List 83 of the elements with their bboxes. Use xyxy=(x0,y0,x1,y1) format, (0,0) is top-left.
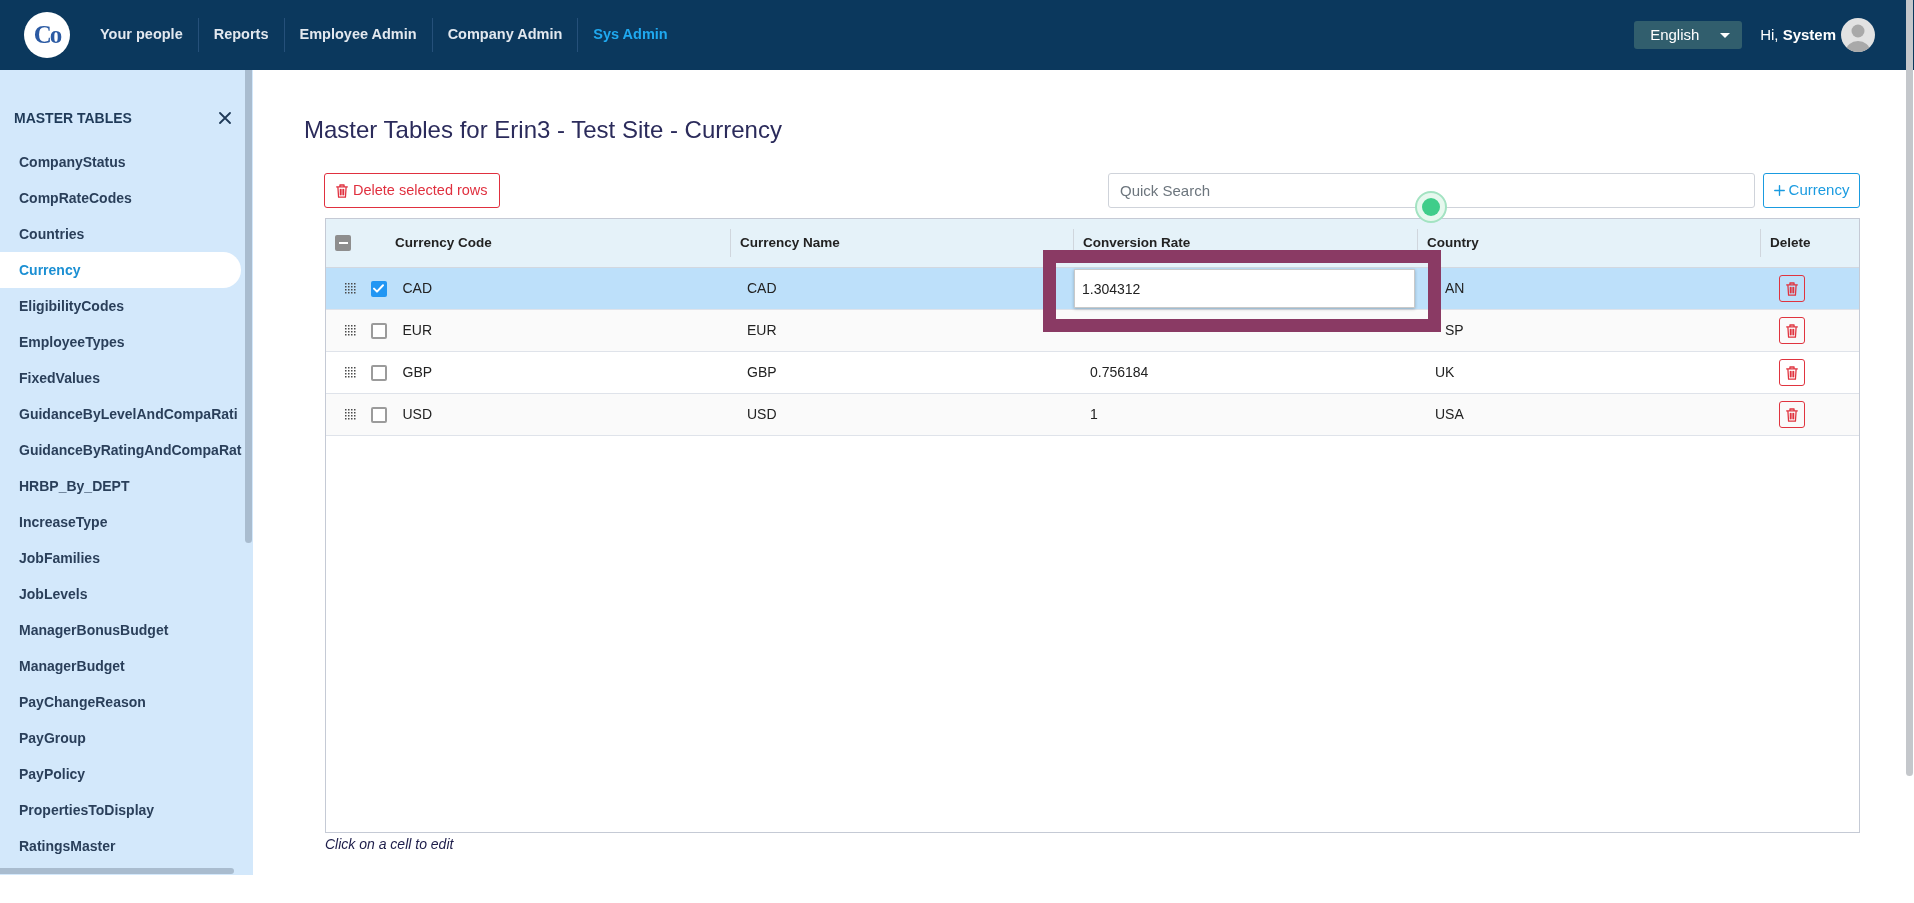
checkbox[interactable] xyxy=(370,406,387,423)
sidebar-item[interactable]: PropertiesToDisplay xyxy=(0,792,244,828)
checkbox[interactable] xyxy=(370,322,387,339)
plus-icon xyxy=(1773,185,1785,196)
conversion-rate-text: 0.756184 xyxy=(1090,363,1149,382)
delete-selected-button[interactable]: Delete selected rows xyxy=(324,173,500,208)
minus-icon xyxy=(338,242,348,244)
check-icon xyxy=(373,284,384,293)
table-row[interactable]: CAD CAD 1.304312 AN xyxy=(326,268,1859,310)
sidebar-item[interactable]: CompRateCodes xyxy=(0,180,244,216)
table-row[interactable]: USD USD 1 USA xyxy=(326,394,1859,436)
country-text: USA xyxy=(1435,405,1464,424)
sidebar-item[interactable]: JobLevels xyxy=(0,576,244,612)
drag-handle-icon[interactable] xyxy=(345,367,356,378)
column-header[interactable]: Delete xyxy=(1770,236,1811,250)
country-text: SP xyxy=(1445,321,1464,340)
sidebar-title: MASTER TABLES xyxy=(14,108,132,128)
nav-link[interactable]: Company Admin xyxy=(431,18,578,52)
sidebar-item[interactable]: IncreaseType xyxy=(0,504,244,540)
nav-link[interactable]: Your people xyxy=(85,18,198,52)
sidebar-item[interactable]: PayGroup xyxy=(0,720,244,756)
caret-down-icon xyxy=(1720,32,1731,38)
column-header[interactable]: Currency Code xyxy=(395,236,492,250)
column-header[interactable]: Country xyxy=(1427,236,1479,250)
currency-name-text: GBP xyxy=(747,363,777,382)
currency-name-text: EUR xyxy=(747,321,777,340)
sidebar-item[interactable]: Countries xyxy=(0,216,244,252)
edit-field[interactable]: 1.304312 xyxy=(1074,269,1415,308)
sidebar-item[interactable]: ManagerBudget xyxy=(0,648,244,684)
delete-row-button[interactable] xyxy=(1779,401,1805,428)
currency-code-text: EUR xyxy=(402,321,433,340)
sidebar-item[interactable]: FixedValues xyxy=(0,360,244,396)
trash-icon xyxy=(336,183,348,198)
greeting-text: Hi, System xyxy=(1760,24,1836,45)
nav-link[interactable]: Reports xyxy=(197,18,284,52)
sidebar-item[interactable]: CompanyStatus xyxy=(0,144,244,180)
country-text: AN xyxy=(1445,279,1465,298)
currency-name-text: USD xyxy=(747,405,777,424)
currency-code-text: GBP xyxy=(402,363,433,382)
sidebar-item[interactable]: ManagerBonusBudget xyxy=(0,612,244,648)
sidebar-item[interactable]: RatingsMaster xyxy=(0,828,244,864)
column-header[interactable]: Currency Name xyxy=(740,236,840,250)
currency-name-text: CAD xyxy=(747,279,777,298)
delete-row-button[interactable] xyxy=(1779,359,1805,386)
table-row[interactable]: EUR EUR SP xyxy=(326,310,1859,352)
drag-handle-icon[interactable] xyxy=(345,283,356,294)
vertical-scrollbar[interactable] xyxy=(245,70,252,543)
trash-icon xyxy=(1786,323,1798,338)
trash-icon xyxy=(1786,281,1798,296)
horizontal-scrollbar[interactable] xyxy=(0,868,234,874)
delete-row-button[interactable] xyxy=(1779,317,1805,344)
page-scrollbar[interactable] xyxy=(1906,0,1913,776)
search-field[interactable]: Quick Search xyxy=(1108,173,1755,208)
trash-icon xyxy=(1786,365,1798,380)
nav-link[interactable]: Sys Admin xyxy=(577,18,683,52)
avatar-icon[interactable] xyxy=(1841,18,1875,52)
sidebar-item[interactable]: PayPolicy xyxy=(0,756,244,792)
sidebar-item[interactable]: GuidanceByRatingAndCompaRat xyxy=(0,432,244,468)
country-text: UK xyxy=(1435,363,1455,382)
close-icon[interactable] xyxy=(219,112,231,124)
sidebar-item[interactable]: GuidanceByLevelAndCompaRati xyxy=(0,396,244,432)
hint-text: Click on a cell to edit xyxy=(325,835,454,853)
column-header[interactable]: Conversion Rate xyxy=(1083,236,1191,250)
checkbox[interactable] xyxy=(370,280,387,297)
language-dropdown[interactable]: English xyxy=(1634,21,1743,49)
logo[interactable]: Co xyxy=(24,12,70,58)
sidebar-item[interactable]: HRBP_By_DEPT xyxy=(0,468,244,504)
select-all-checkbox[interactable] xyxy=(335,235,351,251)
sidebar-item[interactable]: PayChangeReason xyxy=(0,684,244,720)
sidebar-item[interactable]: EmployeeTypes xyxy=(0,324,244,360)
drag-handle-icon[interactable] xyxy=(345,409,356,420)
checkbox[interactable] xyxy=(370,364,387,381)
currency-code-text: CAD xyxy=(402,279,433,298)
sidebar-item[interactable]: Currency xyxy=(0,252,241,288)
delete-row-button[interactable] xyxy=(1779,275,1805,302)
trash-icon xyxy=(1786,407,1798,422)
drag-handle-icon[interactable] xyxy=(345,325,356,336)
conversion-rate-text: 1 xyxy=(1090,405,1098,424)
page-title: Master Tables for Erin3 - Test Site - Currency xyxy=(304,115,782,145)
currency-code-text: USD xyxy=(402,405,433,424)
nav-link[interactable]: Employee Admin xyxy=(283,18,432,52)
sidebar-item[interactable]: JobFamilies xyxy=(0,540,244,576)
sidebar-item[interactable]: EligibilityCodes xyxy=(0,288,244,324)
